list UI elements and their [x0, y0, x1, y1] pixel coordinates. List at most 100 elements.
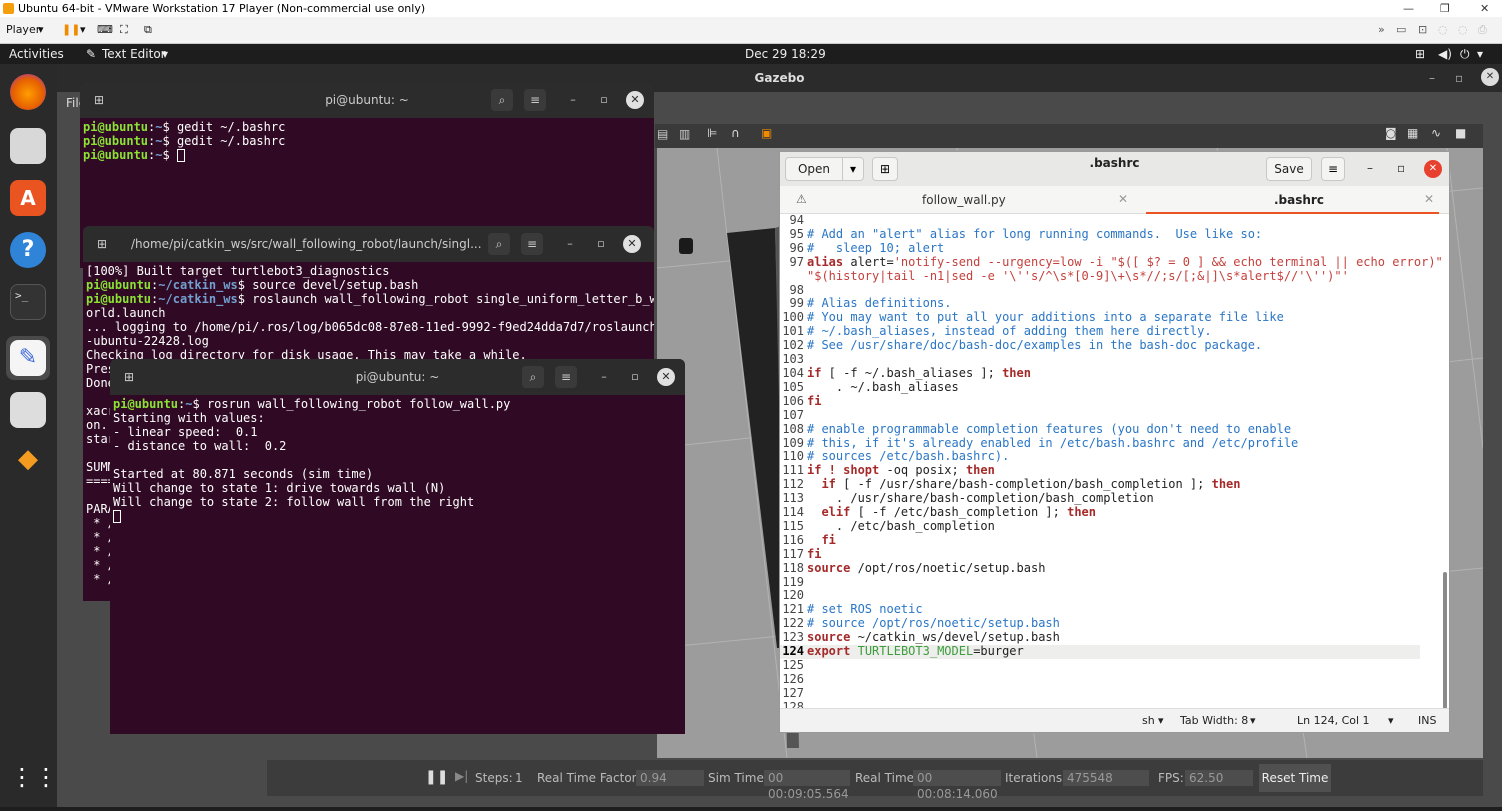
chevron-down-icon[interactable]: ▾: [1388, 714, 1394, 727]
software-icon[interactable]: A: [10, 180, 46, 216]
vmware-toolbar: Player ▾ ❚❚ ▾ ⌨ ⛶ ⧉ » ▭ ⊡ ◌ ◌ ⎙: [0, 17, 1502, 44]
chevron-down-icon[interactable]: ▾: [1477, 44, 1483, 64]
sound-icon[interactable]: ◌: [1458, 23, 1468, 36]
terminal-output[interactable]: pi@ubuntu:~$ gedit ~/.bashrc pi@ubuntu:~…: [80, 118, 654, 164]
real-time-factor-value: 0.94: [636, 770, 704, 786]
text-editor-icon[interactable]: ✎: [10, 340, 46, 376]
minimize-icon[interactable]: –: [564, 91, 582, 109]
terminal-output[interactable]: pi@ubuntu:~$ rosrun wall_following_robot…: [110, 395, 685, 525]
tab-follow-wall[interactable]: follow_wall.py: [922, 193, 1006, 207]
menu-icon[interactable]: ≡: [521, 233, 543, 255]
close-icon[interactable]: ✕: [1424, 160, 1442, 178]
forward-icon[interactable]: »: [1378, 23, 1385, 36]
search-icon[interactable]: ⌕: [488, 233, 510, 255]
camera-icon[interactable]: ◙: [1385, 126, 1397, 140]
real-time-factor-label: Real Time Factor:: [537, 771, 641, 785]
tab-close-icon[interactable]: ✕: [1118, 192, 1128, 206]
minimize-icon[interactable]: –: [1367, 161, 1373, 175]
new-tab-icon[interactable]: ⊞: [91, 233, 113, 255]
gedit-window[interactable]: Open ▾ ⊞ .bashrc Save ≡ – ▫ ✕ ⚠ follow_w…: [779, 151, 1450, 733]
tab-close-icon[interactable]: ✕: [1424, 192, 1434, 206]
disk-icon[interactable]: ▭: [1396, 23, 1406, 36]
maximize-icon[interactable]: ❐: [1440, 0, 1450, 17]
menu-icon[interactable]: ≡: [555, 366, 577, 388]
network-icon[interactable]: ⊡: [1418, 23, 1427, 36]
maximize-icon[interactable]: ▫: [626, 368, 644, 386]
minimize-icon[interactable]: –: [561, 235, 579, 253]
pause-icon[interactable]: ❚❚: [62, 23, 80, 36]
search-icon[interactable]: ⌕: [491, 89, 513, 111]
minimize-icon[interactable]: –: [1429, 64, 1435, 92]
minimize-icon[interactable]: –: [595, 368, 613, 386]
menu-icon[interactable]: ≡: [1321, 157, 1345, 181]
terminal-window-3[interactable]: ⊞ pi@ubuntu: ~ ⌕ ≡ – ▫ ✕ pi@ubuntu:~$ ro…: [110, 359, 685, 734]
vmware-window-title: Ubuntu 64-bit - VMware Workstation 17 Pl…: [18, 2, 426, 15]
sim-time-label: Sim Time:: [708, 771, 768, 785]
archive-icon[interactable]: [10, 392, 46, 428]
pause-icon[interactable]: ❚❚: [425, 769, 448, 785]
copy-icon[interactable]: ▤: [657, 127, 668, 141]
firefox-icon[interactable]: [10, 74, 46, 110]
activities-button[interactable]: Activities: [9, 44, 64, 64]
cursor: [113, 510, 121, 523]
tab-width-selector[interactable]: Tab Width: 8: [1180, 714, 1248, 727]
send-keys-icon[interactable]: ⌨: [97, 23, 113, 36]
sim-time-value: 00 00:09:05.564: [764, 770, 850, 801]
iterations-value: 475548: [1063, 770, 1149, 786]
reset-time-button[interactable]: Reset Time: [1259, 764, 1331, 792]
player-menu[interactable]: Player: [6, 23, 40, 36]
change-view-icon[interactable]: ▣: [761, 126, 772, 140]
fullscreen-icon[interactable]: ⛶: [120, 23, 128, 37]
maximize-icon[interactable]: ▫: [1455, 64, 1463, 92]
close-icon[interactable]: ✕: [1480, 0, 1489, 17]
maximize-icon[interactable]: ▫: [595, 91, 613, 109]
app-menu[interactable]: Text Editor: [102, 44, 166, 64]
minimize-icon[interactable]: —: [1403, 0, 1414, 17]
video-icon[interactable]: ■: [1455, 126, 1466, 140]
close-icon[interactable]: ✕: [623, 235, 641, 253]
insert-mode[interactable]: INS: [1418, 714, 1436, 727]
tab-bashrc[interactable]: .bashrc: [1274, 193, 1324, 207]
show-apps-icon[interactable]: ⋮⋮⋮: [10, 759, 82, 795]
step-icon[interactable]: ▶|: [455, 769, 468, 783]
power-icon[interactable]: ⏻: [1460, 44, 1470, 64]
record-icon[interactable]: ▦: [1407, 126, 1418, 140]
paste-icon[interactable]: ▥: [679, 127, 690, 141]
plot-icon[interactable]: ∿: [1431, 126, 1441, 140]
code-editor[interactable]: 94 95 # Add an "alert" alias for long run…: [780, 214, 1442, 710]
fps-label: FPS:: [1158, 771, 1184, 785]
chevron-down-icon[interactable]: ▾: [1158, 714, 1164, 727]
iterations-label: Iterations:: [1005, 771, 1067, 785]
chevron-down-icon[interactable]: ▾: [80, 23, 86, 36]
scrollbar[interactable]: [1443, 572, 1447, 712]
files-icon[interactable]: [10, 128, 46, 164]
maximize-icon[interactable]: ▫: [1397, 161, 1405, 175]
printer-icon[interactable]: ⎙: [1478, 23, 1487, 37]
network-icon[interactable]: ⊞: [1415, 44, 1425, 64]
gedit-tabs: ⚠ follow_wall.py ✕ .bashrc ✕: [780, 186, 1449, 214]
language-selector[interactable]: sh: [1142, 714, 1155, 727]
close-icon[interactable]: ✕: [1481, 68, 1499, 86]
usb-icon[interactable]: ◌: [1438, 23, 1448, 36]
document-title: .bashrc: [1089, 156, 1140, 170]
close-icon[interactable]: ✕: [657, 368, 675, 386]
unity-icon[interactable]: ⧉: [144, 23, 152, 37]
snap-icon[interactable]: ∩: [731, 126, 740, 140]
terminal-header: ⊞ /home/pi/catkin_ws/src/wall_following_…: [83, 226, 654, 262]
steps-value[interactable]: 1: [515, 771, 523, 785]
save-button[interactable]: Save: [1266, 157, 1312, 181]
menu-icon[interactable]: ≡: [524, 89, 546, 111]
sublime-icon[interactable]: ◆: [10, 444, 46, 480]
help-icon[interactable]: ?: [10, 232, 46, 268]
clock[interactable]: Dec 29 18:29: [745, 44, 826, 64]
terminal-icon[interactable]: >_: [10, 284, 46, 320]
volume-icon[interactable]: ◀): [1438, 44, 1452, 64]
align-icon[interactable]: ⊫: [707, 126, 717, 140]
chevron-down-icon[interactable]: ▾: [1250, 714, 1256, 727]
search-icon[interactable]: ⌕: [522, 366, 544, 388]
chevron-down-icon[interactable]: ▾: [162, 44, 168, 64]
close-icon[interactable]: ✕: [626, 91, 644, 109]
cursor-position[interactable]: Ln 124, Col 1: [1297, 714, 1370, 727]
chevron-down-icon[interactable]: ▾: [38, 23, 44, 36]
maximize-icon[interactable]: ▫: [592, 235, 610, 253]
